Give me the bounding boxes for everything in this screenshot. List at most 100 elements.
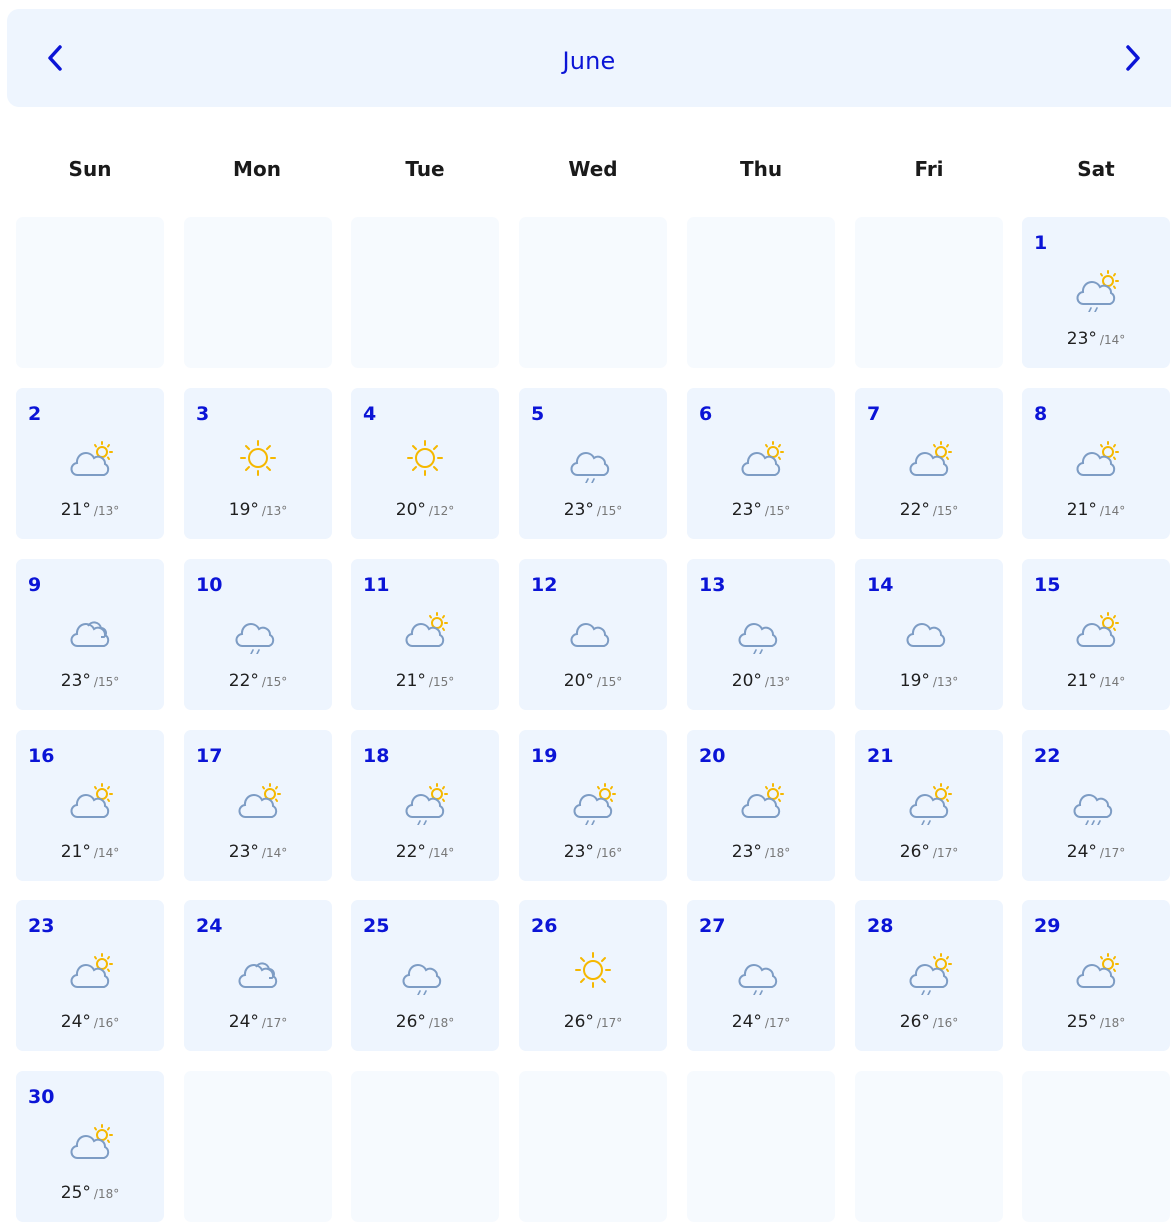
high-temp: 22° xyxy=(899,500,930,520)
day-cell[interactable]: 29 25°/18° xyxy=(1022,900,1170,1051)
day-cell[interactable]: 23 24°/16° xyxy=(16,900,164,1051)
day-cell[interactable]: 12 20°/15° xyxy=(519,559,667,710)
high-temp: 23° xyxy=(563,500,594,520)
low-temp: /14° xyxy=(261,846,288,860)
day-cell[interactable]: 1 23°/14° xyxy=(1022,217,1170,368)
low-temp: /18° xyxy=(764,846,791,860)
day-number: 23 xyxy=(28,915,55,937)
day-cell[interactable]: 11 21°/15° xyxy=(351,559,499,710)
day-cell[interactable]: 30 25°/18° xyxy=(16,1071,164,1222)
temperature-range: 26°/18° xyxy=(351,1012,499,1032)
day-number: 6 xyxy=(699,403,713,425)
light-rain-icon xyxy=(235,623,275,654)
day-cell[interactable]: 22 24°/17° xyxy=(1022,730,1170,881)
day-cell[interactable]: 17 23°/14° xyxy=(184,730,332,881)
high-temp: 21° xyxy=(1066,671,1097,691)
empty-day-cell xyxy=(687,1071,835,1222)
low-temp: /16° xyxy=(932,1016,959,1030)
day-number: 12 xyxy=(531,574,558,596)
day-number: 26 xyxy=(531,915,558,937)
low-temp: /13° xyxy=(932,675,959,689)
low-temp: /14° xyxy=(1099,504,1126,518)
low-temp: /15° xyxy=(932,504,959,518)
temperature-range: 26°/17° xyxy=(519,1012,667,1032)
day-cell[interactable]: 13 20°/13° xyxy=(687,559,835,710)
high-temp: 24° xyxy=(1066,842,1097,862)
day-cell[interactable]: 26 26°/17° xyxy=(519,900,667,1051)
day-cell[interactable]: 19 23°/16° xyxy=(519,730,667,881)
empty-day-cell xyxy=(184,217,332,368)
temperature-range: 26°/17° xyxy=(855,842,1003,862)
temperature-range: 25°/18° xyxy=(16,1183,164,1203)
low-temp: /14° xyxy=(428,846,455,860)
day-cell[interactable]: 2 21°/13° xyxy=(16,388,164,539)
day-number: 19 xyxy=(531,745,558,767)
high-temp: 21° xyxy=(60,842,91,862)
high-temp: 26° xyxy=(395,1012,426,1032)
day-cell[interactable]: 28 26°/16° xyxy=(855,900,1003,1051)
high-temp: 23° xyxy=(1066,329,1097,349)
low-temp: /15° xyxy=(93,675,120,689)
day-cell[interactable]: 24 24°/17° xyxy=(184,900,332,1051)
temperature-range: 19°/13° xyxy=(184,500,332,520)
overcast-icon xyxy=(238,962,278,988)
empty-day-cell xyxy=(351,217,499,368)
day-cell[interactable]: 7 22°/15° xyxy=(855,388,1003,539)
empty-day-cell xyxy=(1022,1071,1170,1222)
day-cell[interactable]: 27 24°/17° xyxy=(687,900,835,1051)
high-temp: 24° xyxy=(731,1012,762,1032)
day-number: 3 xyxy=(196,403,210,425)
next-month-button[interactable] xyxy=(1117,42,1149,74)
low-temp: /15° xyxy=(764,504,791,518)
low-temp: /12° xyxy=(428,504,455,518)
empty-day-cell xyxy=(519,217,667,368)
low-temp: /16° xyxy=(596,846,623,860)
day-cell[interactable]: 6 23°/15° xyxy=(687,388,835,539)
day-cell[interactable]: 14 19°/13° xyxy=(855,559,1003,710)
temperature-range: 24°/17° xyxy=(184,1012,332,1032)
temperature-range: 20°/12° xyxy=(351,500,499,520)
day-number: 30 xyxy=(28,1086,55,1108)
temperature-range: 23°/14° xyxy=(1022,329,1170,349)
day-cell[interactable]: 5 23°/15° xyxy=(519,388,667,539)
day-cell[interactable]: 3 19°/13° xyxy=(184,388,332,539)
low-temp: /13° xyxy=(764,675,791,689)
day-number: 1 xyxy=(1034,232,1048,254)
day-cell[interactable]: 15 21°/14° xyxy=(1022,559,1170,710)
day-number: 14 xyxy=(867,574,894,596)
high-temp: 21° xyxy=(1066,500,1097,520)
day-cell[interactable]: 9 23°/15° xyxy=(16,559,164,710)
high-temp: 20° xyxy=(731,671,762,691)
day-cell[interactable]: 8 21°/14° xyxy=(1022,388,1170,539)
partly-cloudy-rain-icon xyxy=(909,953,952,995)
day-number: 4 xyxy=(363,403,377,425)
weekday-tue: Tue xyxy=(405,157,445,181)
temperature-range: 22°/15° xyxy=(184,671,332,691)
day-cell[interactable]: 10 22°/15° xyxy=(184,559,332,710)
day-number: 24 xyxy=(196,915,223,937)
day-cell[interactable]: 18 22°/14° xyxy=(351,730,499,881)
empty-day-cell xyxy=(519,1071,667,1222)
day-cell[interactable]: 4 20°/12° xyxy=(351,388,499,539)
low-temp: /14° xyxy=(93,846,120,860)
partly-cloudy-icon xyxy=(1076,612,1119,647)
high-temp: 21° xyxy=(395,671,426,691)
day-number: 7 xyxy=(867,403,881,425)
day-cell[interactable]: 25 26°/18° xyxy=(351,900,499,1051)
day-cell[interactable]: 16 21°/14° xyxy=(16,730,164,881)
high-temp: 26° xyxy=(899,1012,930,1032)
day-cell[interactable]: 21 26°/17° xyxy=(855,730,1003,881)
weekday-thu: Thu xyxy=(739,157,783,181)
partly-cloudy-icon xyxy=(70,953,113,988)
temperature-range: 23°/15° xyxy=(687,500,835,520)
day-number: 18 xyxy=(363,745,390,767)
day-cell[interactable]: 20 23°/18° xyxy=(687,730,835,881)
day-number: 20 xyxy=(699,745,726,767)
day-number: 25 xyxy=(363,915,390,937)
partly-cloudy-icon xyxy=(1076,441,1119,476)
partly-cloudy-icon xyxy=(741,783,784,818)
partly-cloudy-icon xyxy=(909,441,952,476)
day-number: 27 xyxy=(699,915,726,937)
temperature-range: 24°/16° xyxy=(16,1012,164,1032)
low-temp: /18° xyxy=(428,1016,455,1030)
